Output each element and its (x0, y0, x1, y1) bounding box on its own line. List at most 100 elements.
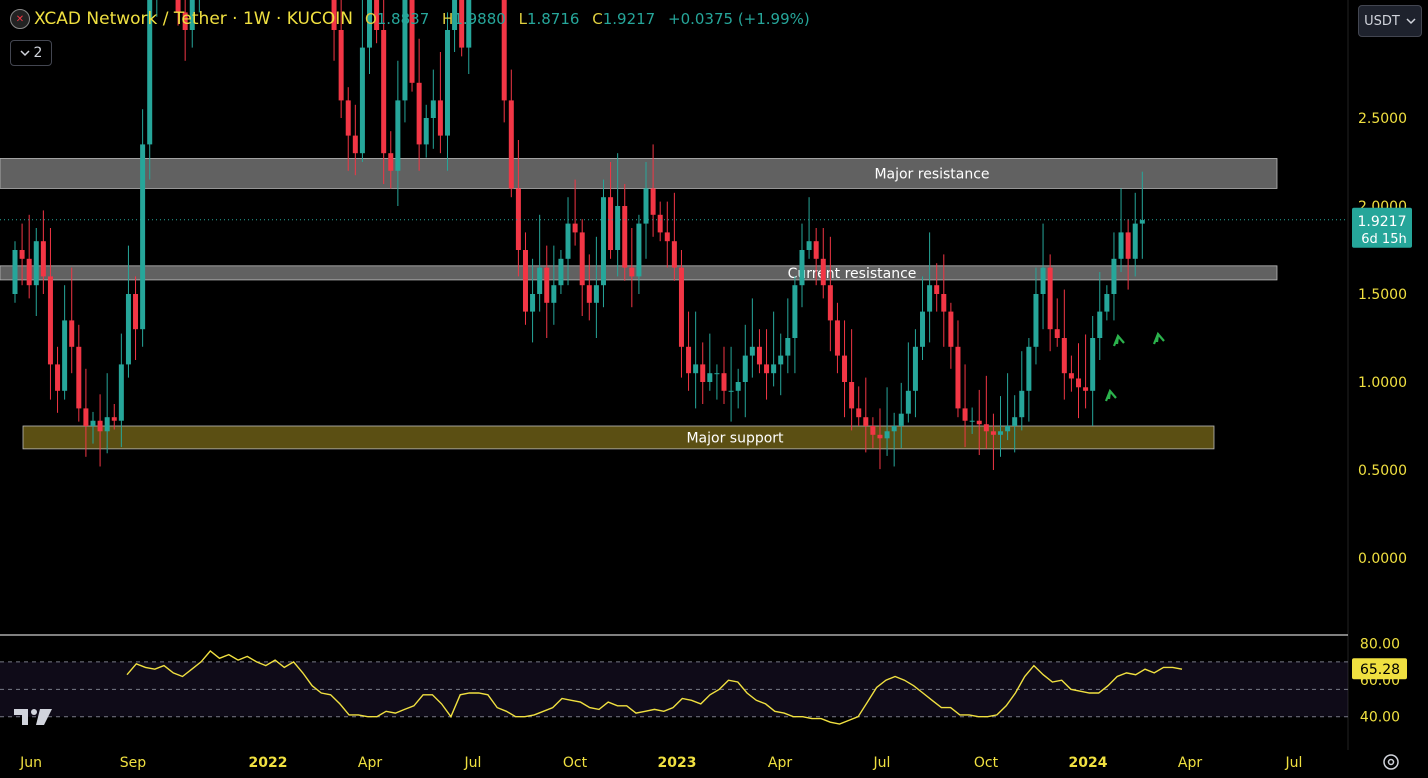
candle-body (1005, 426, 1011, 432)
collapse-indicators-button[interactable]: 2 (10, 40, 52, 66)
symbol-title[interactable]: XCAD Network / Tether · 1W · KUCOIN (34, 9, 353, 29)
candle-body (934, 285, 940, 294)
arrow-annotation[interactable] (1152, 331, 1165, 345)
candle-body (863, 417, 869, 426)
candle-body (721, 373, 727, 391)
candle-body (104, 417, 110, 432)
zone-label: Major resistance (874, 166, 989, 182)
x-tick-label: Jul (873, 755, 891, 771)
candle-body (1040, 267, 1046, 294)
candle-body (133, 294, 139, 330)
close-value: 1.9217 (602, 10, 656, 28)
last-price-value: 1.9217 (1358, 214, 1407, 230)
candle-body (615, 206, 621, 250)
y-tick-label: 1.0000 (1358, 375, 1407, 391)
candle-body (381, 30, 387, 154)
candle-body (1033, 294, 1039, 347)
candle-body (1111, 258, 1117, 294)
candle-body (1090, 338, 1096, 391)
candle-body (33, 241, 39, 286)
currency-select[interactable]: USDT (1358, 5, 1422, 37)
y-tick-label: 2.5000 (1358, 111, 1407, 127)
candle-body (19, 250, 25, 259)
candle-body (1083, 387, 1089, 391)
x-tick-label: Jun (19, 755, 42, 771)
x-tick-label: Apr (358, 755, 382, 771)
low-label: L (518, 10, 527, 28)
candle-body (948, 311, 954, 347)
candle-body (40, 241, 46, 277)
candle-body (983, 424, 989, 432)
candle-body (359, 47, 365, 154)
price-chart[interactable]: Major resistance Current resistance Major … (0, 0, 1428, 778)
candle-body (671, 241, 677, 268)
candle-body (1132, 223, 1138, 259)
candle-body (1061, 338, 1067, 374)
candle-body (352, 135, 358, 154)
chevron-down-icon (1406, 18, 1416, 25)
candle-body (742, 355, 748, 382)
candle-body (608, 197, 614, 250)
x-tick-label: 2024 (1069, 755, 1108, 771)
change-value: +0.0375 (+1.99%) (668, 10, 810, 28)
candle-body (636, 223, 642, 277)
arrow-annotation[interactable] (1104, 388, 1117, 402)
candle-body (764, 364, 770, 374)
rsi-value: 65.28 (1360, 662, 1400, 678)
x-tick-label: Oct (974, 755, 999, 771)
candle-body (530, 294, 536, 312)
candle-body (47, 276, 53, 365)
candle-body (664, 232, 670, 242)
candle-body (735, 382, 741, 391)
candle-body (792, 285, 798, 338)
candle-body (877, 434, 883, 439)
candle-body (551, 285, 557, 303)
zone-rect[interactable] (22, 425, 1215, 450)
candle-body (778, 355, 784, 365)
candle-body (423, 118, 429, 145)
candle-body (430, 100, 436, 118)
candle-body (756, 346, 762, 365)
rsi-tick-label: 40.00 (1360, 710, 1400, 726)
currency-label: USDT (1364, 13, 1400, 29)
chart-header: ✕ XCAD Network / Tether · 1W · KUCOIN O1… (10, 9, 810, 29)
high-value: 1.9880 (453, 10, 506, 28)
candle-body (976, 420, 982, 425)
candle-body (834, 320, 840, 356)
candle-body (1125, 232, 1131, 259)
candle-body (799, 250, 805, 286)
candle-body (437, 100, 443, 136)
settings-gear-icon[interactable] (1383, 754, 1399, 770)
candle-body (905, 390, 911, 414)
candle-body (125, 294, 131, 365)
candle-body (62, 320, 68, 391)
open-label: O (364, 10, 377, 28)
candle-body (522, 250, 528, 312)
candle-body (891, 426, 897, 432)
candle-body (622, 206, 628, 268)
candle-body (83, 408, 89, 426)
candle-body (395, 100, 401, 171)
candle-body (12, 250, 18, 294)
tradingview-logo-icon[interactable] (14, 706, 54, 728)
candle-body (558, 258, 564, 286)
candle-body (714, 373, 720, 375)
candle-body (629, 267, 635, 277)
candle-body (657, 214, 663, 233)
candle-body (1026, 346, 1032, 391)
candle-body (579, 232, 585, 286)
low-value: 1.8716 (526, 10, 580, 28)
bar-countdown: 6d 15h (1361, 232, 1406, 247)
candle-body (586, 285, 592, 303)
candle-body (898, 413, 904, 426)
candle-body (856, 408, 862, 418)
x-tick-label: Oct (563, 755, 588, 771)
zone-rect[interactable] (0, 158, 1278, 189)
candle-body (870, 426, 876, 435)
candle-body (912, 346, 918, 391)
arrow-annotation[interactable] (1112, 333, 1125, 347)
close-label: C (592, 10, 603, 28)
candle-body (941, 294, 947, 312)
candle-body (1097, 311, 1103, 338)
candle-body (955, 346, 961, 409)
